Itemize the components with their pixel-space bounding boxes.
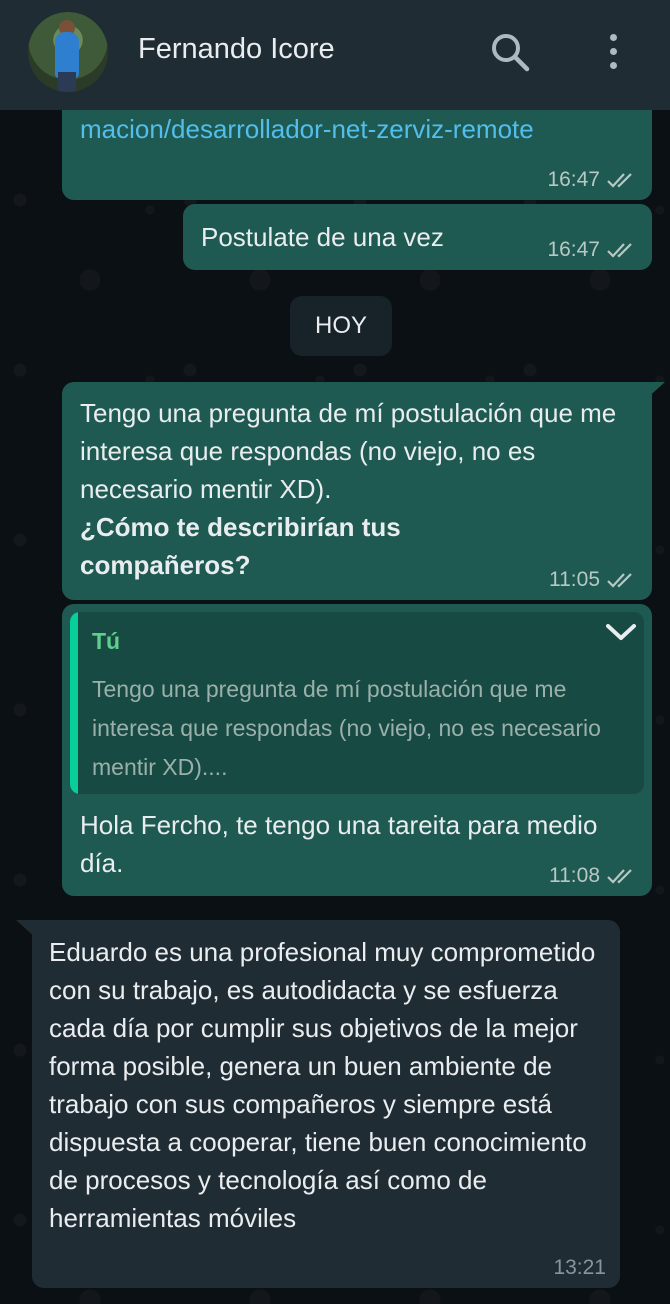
message-meta: 16:47	[547, 168, 636, 192]
double-check-icon	[607, 573, 632, 588]
double-check-icon	[607, 869, 632, 884]
message-text: Tengo una pregunta de mí postulación que…	[80, 398, 624, 504]
message-bubble-outgoing[interactable]: Tengo una pregunta de mí postulación que…	[62, 382, 652, 600]
contact-name[interactable]: Fernando Icore	[138, 33, 335, 66]
message-meta: 11:08	[549, 864, 636, 888]
message-bubble-incoming[interactable]: Eduardo es una profesional muy compromet…	[32, 920, 620, 1288]
message-time: 11:08	[549, 864, 600, 887]
search-icon	[492, 34, 530, 72]
date-separator: HOY	[290, 296, 392, 356]
message-bubble-outgoing[interactable]: Postulate de una vez 16:47	[183, 204, 652, 270]
contact-avatar[interactable]	[28, 12, 108, 92]
message-time: 16:47	[547, 168, 600, 191]
quote-text: Tengo una pregunta de mí postulación que…	[92, 676, 601, 780]
chevron-down-icon[interactable]	[604, 618, 638, 646]
message-time: 13:21	[553, 1256, 606, 1279]
message-text: Eduardo es una profesional muy compromet…	[49, 937, 603, 1233]
message-meta: 11:05	[549, 568, 636, 592]
more-options-button[interactable]	[598, 28, 630, 76]
search-button[interactable]	[488, 30, 532, 74]
double-check-icon	[607, 243, 632, 258]
message-bold-text: ¿Cómo te describirían tus compañeros?	[80, 512, 408, 580]
message-text: Hola Fercho, te tengo una tareita para m…	[80, 810, 605, 878]
quote-author: Tú	[92, 628, 121, 654]
chat-header: Fernando Icore	[0, 0, 670, 110]
message-link[interactable]: macion/desarrollador-net-zerviz-remote	[80, 114, 534, 145]
quoted-message[interactable]: Tú Tengo una pregunta de mí postulación …	[70, 612, 644, 794]
message-bubble-reply[interactable]: Tú Tengo una pregunta de mí postulación …	[62, 604, 652, 896]
message-time: 11:05	[549, 568, 600, 591]
message-bubble-outgoing[interactable]: macion/desarrollador-net-zerviz-remote 1…	[62, 96, 652, 200]
double-check-icon	[607, 173, 632, 188]
message-text: Postulate de una vez	[201, 222, 444, 252]
message-time: 16:47	[547, 238, 600, 261]
message-meta: 16:47	[547, 238, 636, 262]
avatar-legs	[58, 72, 76, 92]
quote-accent-bar	[70, 612, 78, 794]
message-meta: 13:21	[553, 1256, 606, 1280]
